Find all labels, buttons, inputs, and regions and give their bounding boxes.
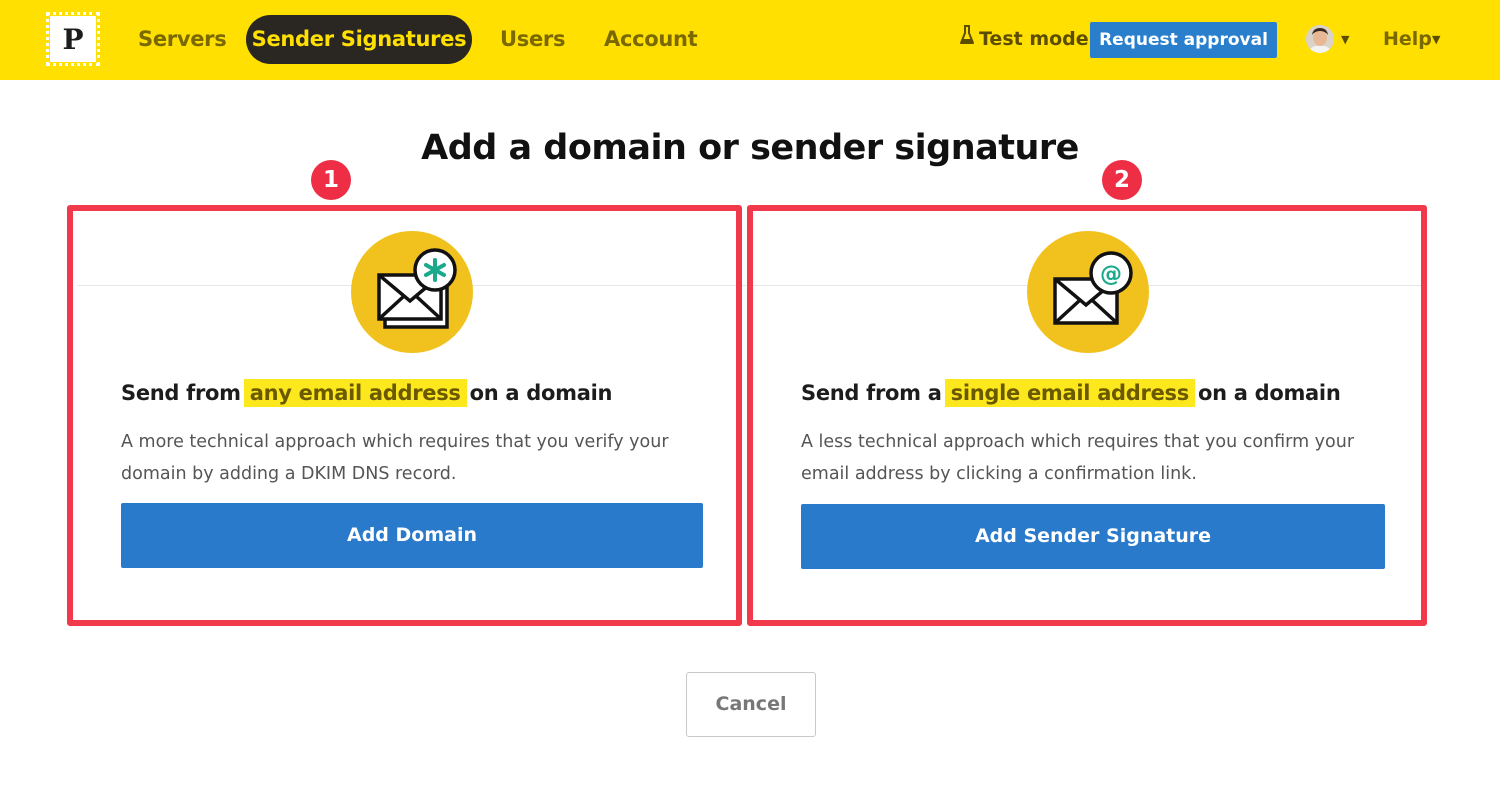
card-title-prefix: Send from a xyxy=(801,381,942,405)
step-badge-1: 1 xyxy=(311,160,351,200)
nav-users[interactable]: Users xyxy=(500,15,565,64)
card-title-highlight: any email address xyxy=(243,379,467,407)
page-title: Add a domain or sender signature xyxy=(421,128,1079,168)
envelope-at-icon: @ xyxy=(1027,231,1149,353)
logo-letter: P xyxy=(53,19,93,59)
svg-text:@: @ xyxy=(1100,262,1122,287)
chevron-down-icon[interactable]: ▼ xyxy=(1432,33,1440,46)
card-title: Send from a single email address on a doma… xyxy=(801,379,1341,407)
test-mode-indicator[interactable]: Test mode xyxy=(960,15,1089,64)
card-title: Send from any email address on a domain xyxy=(121,379,613,407)
add-sender-signature-button[interactable]: Add Sender Signature xyxy=(801,504,1385,569)
top-navigation-bar: P Servers Sender Signatures Users Accoun… xyxy=(0,0,1500,80)
help-menu[interactable]: Help xyxy=(1383,15,1432,64)
add-domain-button[interactable]: Add Domain xyxy=(121,503,703,568)
card-title-suffix: on a domain xyxy=(469,381,613,405)
flask-icon xyxy=(960,15,974,64)
user-avatar[interactable] xyxy=(1306,25,1334,53)
card-description: A less technical approach which requires… xyxy=(801,432,1355,484)
nav-account[interactable]: Account xyxy=(604,15,698,64)
card-title-suffix: on a domain xyxy=(1197,381,1341,405)
card-title-prefix: Send from xyxy=(121,381,241,405)
add-domain-card: Send from any email address on a domain A … xyxy=(67,205,742,626)
card-title-highlight: single email address xyxy=(944,379,1195,407)
test-mode-label: Test mode xyxy=(979,28,1089,50)
envelope-asterisk-icon xyxy=(351,231,473,353)
nav-sender-signatures[interactable]: Sender Signatures xyxy=(246,15,472,64)
card-description: A more technical approach which requires… xyxy=(121,432,669,484)
chevron-down-icon[interactable]: ▼ xyxy=(1341,33,1349,46)
step-badge-2: 2 xyxy=(1102,160,1142,200)
add-sender-signature-card: @ Send from a single email address on a do… xyxy=(747,205,1427,626)
cancel-button[interactable]: Cancel xyxy=(686,672,816,737)
request-approval-button[interactable]: Request approval xyxy=(1090,22,1277,58)
postmark-logo[interactable]: P xyxy=(46,12,100,66)
nav-servers[interactable]: Servers xyxy=(138,15,227,64)
